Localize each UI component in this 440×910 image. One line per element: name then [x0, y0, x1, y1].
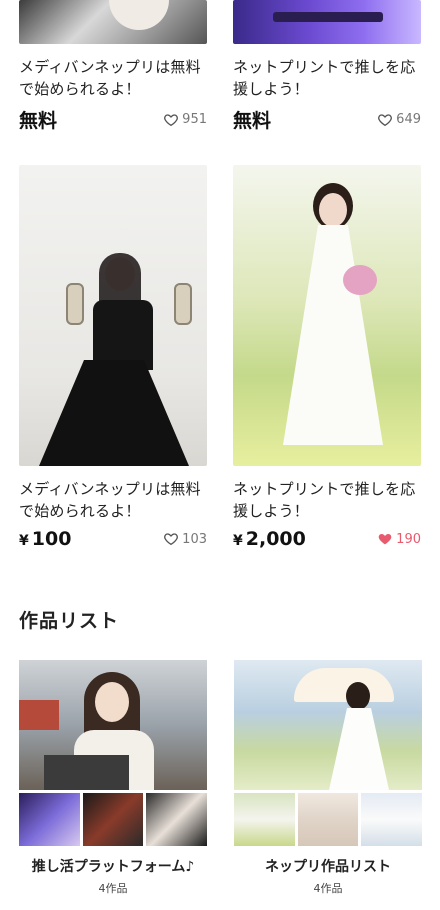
- product-card[interactable]: ネットプリントで推しを応援しよう！ ¥2,000 190: [233, 165, 421, 550]
- like-count: 103: [182, 531, 207, 547]
- product-image[interactable]: [233, 165, 421, 466]
- section-title: 作品リスト: [19, 610, 120, 632]
- like-button[interactable]: 951: [163, 112, 207, 128]
- like-count: 190: [396, 531, 421, 547]
- product-image[interactable]: [233, 0, 421, 44]
- list-name[interactable]: ネップリ作品リスト: [234, 856, 422, 876]
- work-list-card[interactable]: ネップリ作品リスト 4作品: [234, 660, 423, 896]
- work-list-card[interactable]: 推し活プラットフォーム♪ 4作品: [19, 660, 208, 896]
- list-thumbnail: [234, 793, 295, 846]
- list-name[interactable]: 推し活プラットフォーム♪: [19, 856, 207, 876]
- heart-outline-icon: [378, 113, 393, 126]
- product-price: 無料: [19, 110, 58, 132]
- list-cover-image[interactable]: [19, 660, 207, 790]
- list-thumbnail: [297, 793, 359, 846]
- list-thumbnail: [146, 793, 208, 846]
- product-image[interactable]: [19, 165, 207, 466]
- list-thumbnail: [19, 793, 80, 846]
- product-title[interactable]: メディバンネップリは無料で始められるよ！: [19, 478, 207, 522]
- product-price: ¥100: [19, 528, 72, 550]
- heart-outline-icon: [164, 533, 179, 546]
- like-button[interactable]: 103: [163, 531, 207, 547]
- product-price: ¥2,000: [233, 528, 306, 550]
- product-title[interactable]: ネットプリントで推しを応援しよう！: [233, 56, 421, 100]
- like-button[interactable]: 649: [377, 112, 421, 128]
- like-count: 951: [182, 112, 207, 127]
- like-count: 649: [396, 112, 421, 127]
- product-title[interactable]: メディバンネップリは無料で始められるよ！: [19, 56, 207, 100]
- product-card[interactable]: メディバンネップリは無料で始められるよ！ ¥100 103: [19, 165, 207, 550]
- list-cover-image[interactable]: [234, 660, 422, 790]
- list-count: 4作品: [313, 882, 343, 895]
- heart-filled-icon: [378, 534, 392, 545]
- list-thumbnail: [82, 793, 144, 846]
- product-card[interactable]: ネットプリントで推しを応援しよう！ 無料 649: [233, 0, 421, 133]
- product-title[interactable]: ネットプリントで推しを応援しよう！: [233, 478, 421, 522]
- product-card[interactable]: メディバンネップリは無料で始められるよ！ 無料 951: [19, 0, 207, 133]
- product-price: 無料: [233, 110, 272, 132]
- product-image[interactable]: [19, 0, 207, 44]
- list-thumbnail: [361, 793, 423, 846]
- like-button[interactable]: 190: [377, 531, 421, 547]
- heart-outline-icon: [164, 113, 179, 126]
- list-count: 4作品: [98, 882, 128, 895]
